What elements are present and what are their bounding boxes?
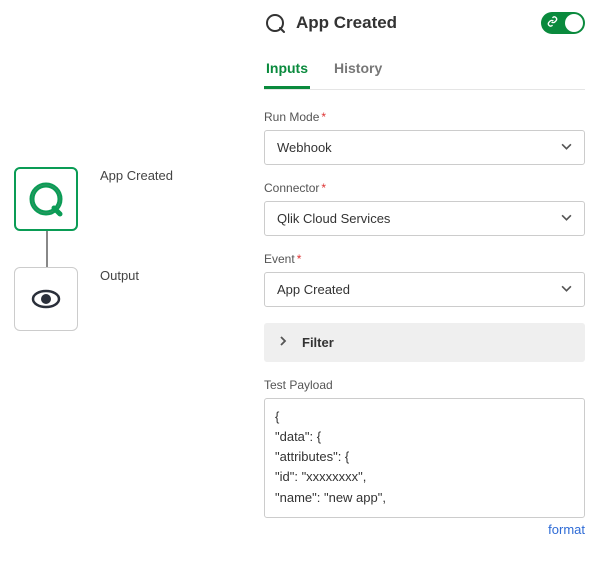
enabled-toggle[interactable] <box>541 12 585 34</box>
workflow-canvas: App Created Output <box>0 0 250 584</box>
field-connector: Connector* Qlik Cloud Services <box>264 181 585 236</box>
toggle-knob <box>565 14 583 32</box>
event-label-text: Event <box>264 252 295 266</box>
test-payload-textarea[interactable]: { "data": { "attributes": { "id": "xxxxx… <box>264 398 585 518</box>
required-indicator: * <box>321 110 326 124</box>
field-event: Event* App Created <box>264 252 585 307</box>
test-payload-label: Test Payload <box>264 378 585 392</box>
run-mode-value: Webhook <box>277 140 332 155</box>
connector-line <box>46 231 48 267</box>
chevron-right-icon <box>278 336 288 349</box>
chevron-down-icon <box>561 212 572 226</box>
node-output-label: Output <box>100 268 139 283</box>
connector-label-text: Connector <box>264 181 319 195</box>
panel-title: App Created <box>296 13 531 33</box>
filter-label: Filter <box>302 335 334 350</box>
connector-value: Qlik Cloud Services <box>277 211 390 226</box>
panel-header: App Created <box>264 12 585 34</box>
node-app-created-label: App Created <box>100 168 173 183</box>
field-run-mode: Run Mode* Webhook <box>264 110 585 165</box>
connector-label: Connector* <box>264 181 585 195</box>
event-label: Event* <box>264 252 585 266</box>
required-indicator: * <box>321 181 326 195</box>
tab-inputs[interactable]: Inputs <box>264 52 310 89</box>
node-app-created[interactable] <box>14 167 78 231</box>
required-indicator: * <box>297 252 302 266</box>
filter-section[interactable]: Filter <box>264 323 585 362</box>
run-mode-label: Run Mode* <box>264 110 585 124</box>
node-output[interactable] <box>14 267 78 331</box>
tab-history[interactable]: History <box>332 52 384 89</box>
eye-icon <box>29 282 63 316</box>
properties-panel: App Created Inputs History Run Mode* Web… <box>250 0 599 584</box>
tabs: Inputs History <box>264 52 585 90</box>
chevron-down-icon <box>561 141 572 155</box>
connector-select[interactable]: Qlik Cloud Services <box>264 201 585 236</box>
format-link[interactable]: format <box>264 518 585 537</box>
field-test-payload: Test Payload { "data": { "attributes": {… <box>264 378 585 537</box>
event-select[interactable]: App Created <box>264 272 585 307</box>
link-icon <box>547 16 558 30</box>
run-mode-label-text: Run Mode <box>264 110 319 124</box>
chevron-down-icon <box>561 283 572 297</box>
qlik-icon-small <box>264 12 286 34</box>
run-mode-select[interactable]: Webhook <box>264 130 585 165</box>
qlik-icon <box>27 180 65 218</box>
event-value: App Created <box>277 282 350 297</box>
